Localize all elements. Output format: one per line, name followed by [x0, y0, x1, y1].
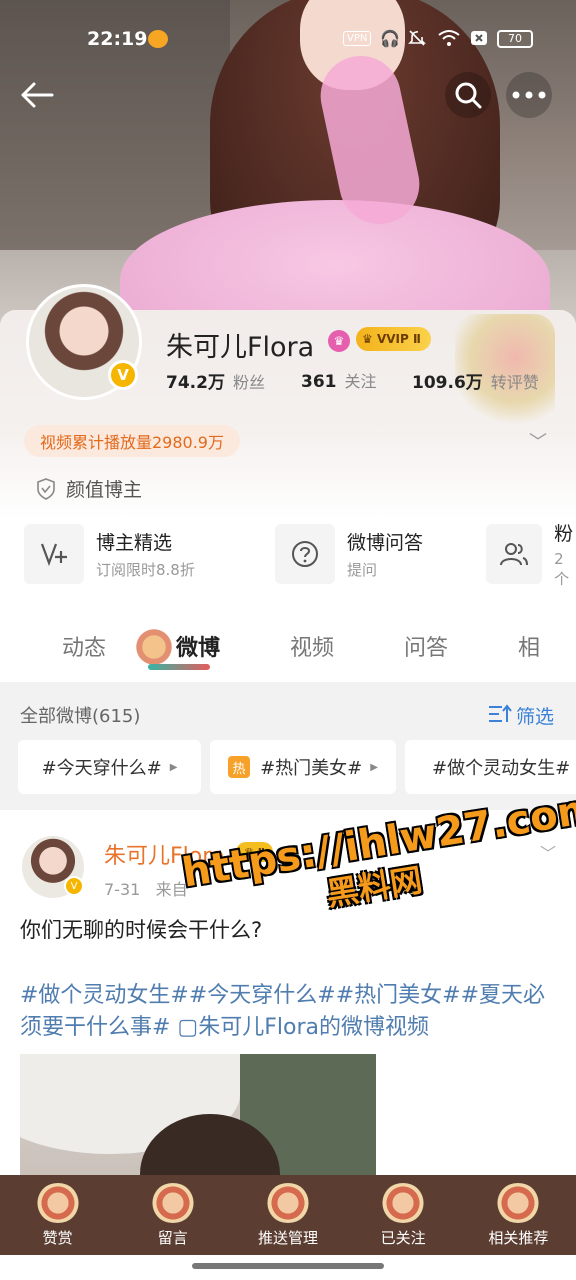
post-image[interactable]: [20, 1054, 376, 1178]
users-icon: [486, 524, 543, 584]
recommend-icon: [496, 1183, 541, 1223]
chip-label: #热门美女#: [260, 758, 363, 779]
question-icon: [275, 524, 335, 584]
chip-label: #做个灵动女生#: [432, 758, 571, 779]
vip-label: VVIP Ⅱ: [376, 332, 421, 346]
tagline-text: 颜值博主: [66, 479, 143, 501]
headphones-icon: 🎧: [380, 29, 400, 48]
reward-button[interactable]: 赞赏: [8, 1183, 108, 1248]
topic-chip[interactable]: #今天穿什么# ▶: [18, 740, 201, 794]
verified-badge: V: [64, 876, 84, 896]
service-subtitle: 提问: [347, 561, 378, 579]
chip-label: #今天穿什么#: [41, 758, 162, 779]
filter-icon[interactable]: [488, 704, 512, 724]
home-indicator[interactable]: [192, 1263, 384, 1269]
following-button[interactable]: 已关注: [353, 1183, 453, 1248]
follow-icon: [381, 1183, 426, 1223]
topic-chip[interactable]: 热 #热门美女# ▶: [210, 740, 396, 794]
service-title: 粉: [554, 523, 574, 545]
tab-video[interactable]: 视频: [290, 630, 334, 662]
tagline: 颜值博主: [36, 475, 142, 502]
vpn-badge: VPN: [343, 31, 372, 46]
post-text: 你们无聊的时候会干什么?: [20, 918, 263, 942]
search-button[interactable]: [445, 72, 491, 118]
more-dots-icon: [512, 91, 546, 99]
engagement-stat[interactable]: 109.6万 转评赞: [412, 368, 539, 393]
bottom-label: 赞赏: [42, 1229, 73, 1247]
service-title: 博主精选: [96, 532, 173, 554]
profile-name: 朱可儿Flora: [166, 332, 315, 363]
active-tab-indicator: [148, 664, 210, 670]
tab-album[interactable]: 相: [518, 630, 540, 662]
service-subtitle: 2个: [554, 550, 570, 588]
filter-button[interactable]: 筛选: [516, 702, 554, 729]
vip-badge[interactable]: ♛ VVIP Ⅱ: [356, 327, 431, 351]
profile-tabs: 动态 微博 视频 问答 相: [0, 612, 576, 680]
more-button[interactable]: [506, 72, 552, 118]
push-icon: [265, 1183, 310, 1223]
service-subtitle: 订阅限时8.8折: [96, 561, 195, 579]
caret-right-icon: ▶: [370, 761, 378, 773]
post-topics[interactable]: #做个灵动女生##今天穿什么##热门美女##夏天必须要干什么事# ▢朱可儿Flo…: [20, 980, 560, 1044]
service-title: 微博问答: [347, 532, 424, 554]
status-time: 22:19: [87, 28, 148, 50]
bottom-label: 相关推荐: [488, 1229, 549, 1247]
tab-weibo[interactable]: 微博: [176, 630, 220, 662]
wifi-icon: [438, 29, 460, 51]
search-icon: [455, 82, 482, 109]
post-menu-icon[interactable]: ﹀: [540, 840, 556, 864]
tab-dynamics[interactable]: 动态: [62, 630, 106, 662]
hot-badge: 热: [228, 756, 251, 778]
recommend-button[interactable]: 相关推荐: [468, 1183, 568, 1248]
message-icon: [150, 1183, 195, 1223]
play-count-tag[interactable]: 视频累计播放量2980.9万: [24, 425, 240, 457]
message-button[interactable]: 留言: [123, 1183, 223, 1248]
status-bar: 22:19 VPN 🎧 70: [0, 0, 576, 80]
verified-badge: V: [108, 360, 138, 390]
weibo-icon: [148, 30, 168, 48]
bottom-label: 留言: [157, 1229, 188, 1247]
bottom-action-bar: 赞赏 留言 推送管理 已关注 相关推荐: [0, 1175, 576, 1255]
caret-right-icon: ▶: [169, 761, 178, 773]
shield-icon: [37, 477, 55, 500]
push-settings-button[interactable]: 推送管理: [238, 1183, 338, 1248]
close-box-icon: [470, 29, 488, 51]
service-qa[interactable]: 微博问答 提问: [275, 522, 423, 586]
post-meta: 7-31 来自: [104, 880, 188, 899]
arrow-left-icon: [21, 82, 54, 108]
topic-chip[interactable]: #做个灵动女生#: [405, 740, 576, 794]
tab-qa[interactable]: 问答: [404, 630, 448, 662]
post-count-label: 全部微博(615): [20, 706, 141, 727]
reward-icon: [35, 1183, 80, 1223]
following-stat[interactable]: 361 关注: [301, 368, 377, 392]
fans-stat[interactable]: 74.2万 粉丝: [166, 368, 265, 393]
chevron-down-icon[interactable]: ﹀: [529, 428, 547, 454]
service-featured[interactable]: 博主精选 订阅限时8.8折: [24, 522, 195, 586]
bottom-label: 推送管理: [257, 1229, 318, 1247]
filter-bar: 全部微博(615) 筛选 #今天穿什么# ▶ 热 #热门美女# ▶ #做个灵动女生#: [0, 682, 576, 810]
pin-icon[interactable]: ♛: [328, 330, 350, 352]
battery-indicator: 70: [497, 30, 533, 48]
service-fans[interactable]: 粉 2个: [486, 522, 576, 588]
back-button[interactable]: [14, 72, 60, 118]
bottom-label: 已关注: [380, 1229, 426, 1247]
mute-icon: [408, 29, 426, 51]
crown-icon: ♛: [362, 332, 377, 346]
v-plus-icon: [24, 524, 84, 584]
